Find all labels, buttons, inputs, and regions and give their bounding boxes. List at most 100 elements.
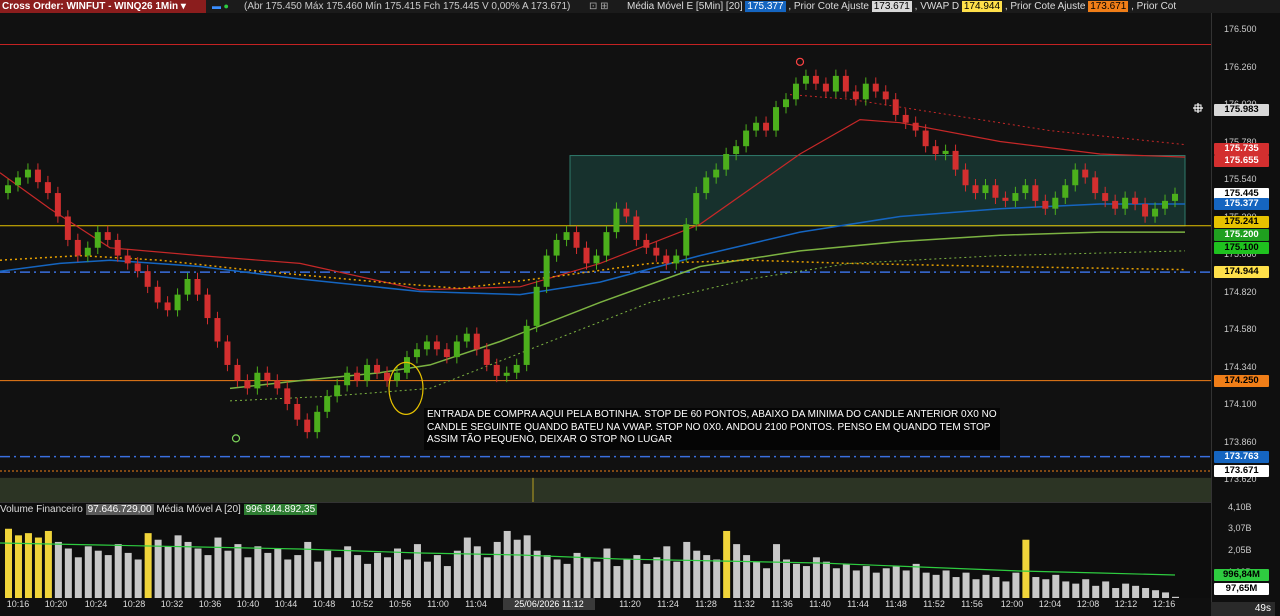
candle <box>972 185 979 194</box>
volume-bar <box>533 550 541 599</box>
candle <box>433 341 440 350</box>
candle <box>174 294 181 311</box>
time-crosshair-label: 25/06/2026 11:12 <box>503 598 595 610</box>
volume-bar <box>613 566 621 599</box>
header-action-icons: ⊡ ⊞ <box>589 0 609 13</box>
volume-ma-tag: 996,84M <box>1214 569 1269 581</box>
price-axis[interactable]: 176.500176.260176.020175.780175.540175.3… <box>1211 13 1280 616</box>
candle <box>1052 197 1059 209</box>
candle <box>1152 208 1159 217</box>
volume-label: Volume Financeiro <box>0 504 83 515</box>
volume-bar <box>882 568 890 599</box>
price-tag: 175.655 <box>1214 155 1269 168</box>
price-tag: 175.200 <box>1214 229 1269 242</box>
volume-bar <box>723 530 731 599</box>
candle <box>214 318 221 342</box>
candle <box>1032 185 1039 201</box>
volume-bar <box>94 550 102 599</box>
price-tick: 173.860 <box>1224 436 1257 447</box>
time-axis[interactable]: 25/06/2026 11:12 10:16 10:20 10:24 10:28 10:… <box>0 598 1211 616</box>
price-tag: 174.250 <box>1214 374 1269 387</box>
candle <box>942 150 949 154</box>
candle <box>413 349 420 358</box>
add-indicator-icon[interactable]: ⊞ <box>600 1 608 12</box>
time-tick: 10:56 <box>388 599 412 609</box>
candle <box>743 130 750 147</box>
vwap-value-badge: 174.944 <box>961 1 1003 12</box>
volume-bar <box>314 561 322 599</box>
volume-bar <box>523 535 531 599</box>
volume-bar <box>1012 572 1020 599</box>
volume-ma-label: Média Móvel A [20] <box>156 504 241 515</box>
candle <box>553 239 560 256</box>
volume-bar <box>5 528 12 599</box>
volume-bar <box>324 550 332 599</box>
candle <box>483 349 490 365</box>
settings-icon[interactable]: ⊡ <box>589 1 597 12</box>
candle <box>364 364 371 381</box>
volume-bar <box>334 557 342 599</box>
candle <box>234 364 241 381</box>
volume-bar <box>1062 581 1070 599</box>
candle <box>643 239 650 248</box>
candle <box>164 302 171 311</box>
volume-bar <box>1002 581 1010 599</box>
volume-bar <box>922 572 930 599</box>
volume-ma-badge: 996.844.892,35 <box>243 504 318 515</box>
price-tag: 174.944 <box>1214 266 1269 279</box>
volume-bar <box>453 550 461 599</box>
volume-bar <box>423 561 431 599</box>
time-tick: 11:52 <box>923 599 945 609</box>
price-tag: 175.241 <box>1214 215 1269 228</box>
chart-title[interactable]: Cross Order: WINFUT - WINQ26 1Min ▾ <box>0 0 206 13</box>
candle <box>274 380 281 389</box>
time-tick: 12:16 <box>1152 599 1176 609</box>
candle <box>902 114 909 123</box>
candle <box>443 349 450 358</box>
candle <box>703 177 710 194</box>
candle <box>154 286 161 303</box>
volume-bar <box>952 577 960 599</box>
time-tick: 11:40 <box>809 599 831 609</box>
price-chart[interactable]: ENTRADA DE COMPRA AQUI PELA BOTINHA. STO… <box>0 13 1211 502</box>
candle <box>1042 200 1049 209</box>
candle <box>423 341 430 350</box>
candle <box>852 91 859 100</box>
indicator-legend: Média Móvel E [5Min] [20] 175.377 , Prio… <box>627 0 1176 13</box>
volume-bar <box>194 548 202 599</box>
volume-bar <box>902 570 910 599</box>
volume-panel[interactable] <box>0 502 1211 599</box>
candle <box>64 216 71 240</box>
volume-bar <box>244 557 252 599</box>
candle <box>783 99 789 108</box>
candle <box>354 372 361 381</box>
volume-bar <box>394 548 401 599</box>
candle <box>1012 193 1019 201</box>
link-icon[interactable]: ▬ <box>212 1 221 11</box>
candle <box>763 122 770 131</box>
candle <box>144 271 151 287</box>
volume-bar <box>1072 583 1080 599</box>
price-tag: 175.735 <box>1214 142 1269 155</box>
candle-timer: 49s <box>1211 602 1275 616</box>
volume-bar <box>503 530 511 599</box>
volume-bar <box>583 557 591 599</box>
price-tick: 174.340 <box>1224 361 1257 372</box>
candle <box>244 380 251 389</box>
candle <box>54 193 61 217</box>
volume-bar <box>753 561 761 599</box>
candle <box>473 333 480 350</box>
volume-bar <box>832 568 840 599</box>
candle <box>74 239 81 256</box>
candle <box>374 364 381 373</box>
crosshair-icon[interactable] <box>1193 103 1203 113</box>
volume-bar <box>543 555 551 599</box>
volume-bar <box>1052 574 1060 599</box>
volume-bar <box>204 555 212 599</box>
candle <box>653 247 660 256</box>
chart-header: Cross Order: WINFUT - WINQ26 1Min ▾ ▬ ● … <box>0 0 1280 13</box>
bottom-band <box>0 477 1211 502</box>
candle <box>1142 204 1149 217</box>
dropdown-caret-icon[interactable]: ▾ <box>181 1 186 12</box>
candle <box>832 75 839 92</box>
